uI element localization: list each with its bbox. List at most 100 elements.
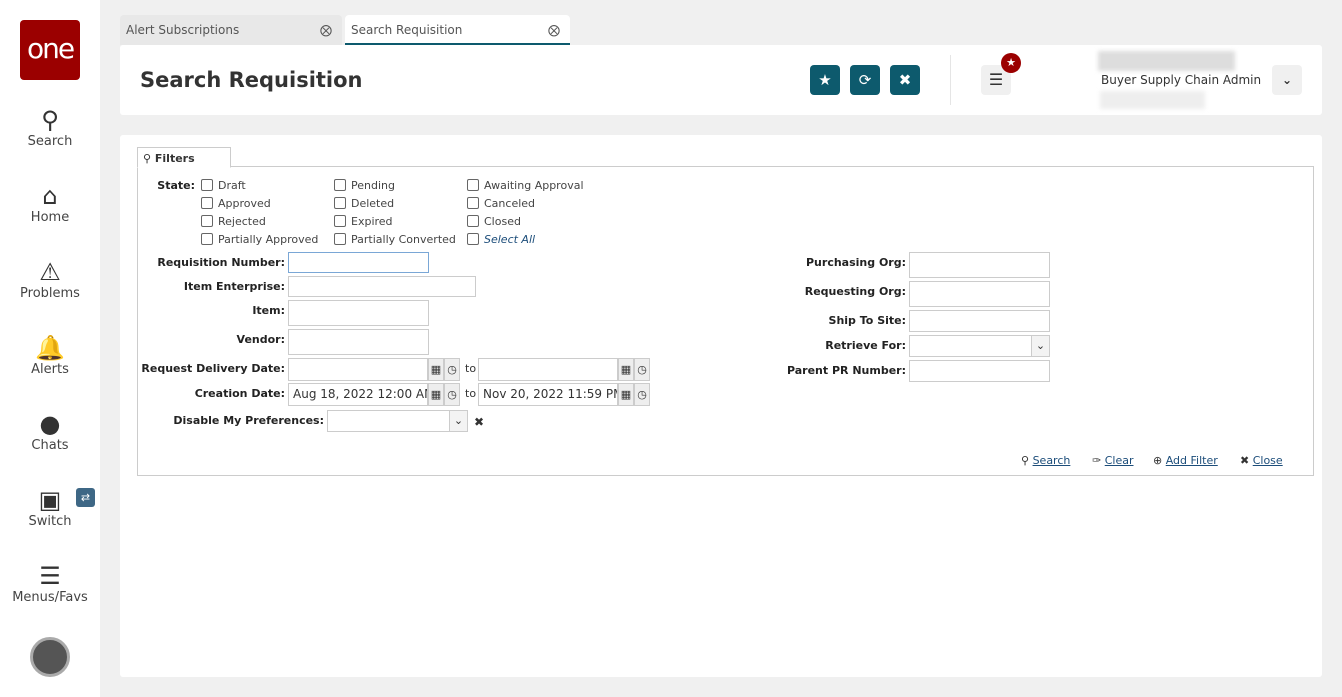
checkbox[interactable] bbox=[201, 197, 213, 209]
requesting-org-input[interactable] bbox=[909, 281, 1050, 307]
checkbox-label: Closed bbox=[484, 215, 521, 228]
sidebar-item-chats[interactable]: ● Chats bbox=[0, 410, 100, 453]
item-input[interactable] bbox=[288, 300, 429, 326]
request-delivery-to-input[interactable] bbox=[478, 358, 618, 381]
request-delivery-from-input[interactable] bbox=[288, 358, 428, 381]
parent-pr-number-input[interactable] bbox=[909, 360, 1050, 382]
close-action[interactable]: ✖ Close bbox=[1240, 454, 1283, 467]
clock-icon[interactable]: ◷ bbox=[634, 383, 650, 406]
state-checkbox-expired[interactable]: Expired bbox=[334, 215, 393, 228]
clock-icon[interactable]: ◷ bbox=[634, 358, 650, 381]
ship-to-site-input[interactable] bbox=[909, 310, 1050, 332]
creation-date-from-input[interactable]: Aug 18, 2022 12:00 AM bbox=[288, 383, 428, 406]
sidebar-item-search[interactable]: ⚲ Search bbox=[0, 106, 100, 149]
checkbox-label: Select All bbox=[484, 233, 536, 246]
divider bbox=[950, 55, 951, 105]
calendar-icon[interactable]: ▦ bbox=[618, 383, 634, 406]
to-label: to bbox=[465, 362, 477, 375]
sidebar-item-problems[interactable]: ⚠ Problems bbox=[0, 258, 100, 301]
requisition-number-label: Requisition Number: bbox=[157, 256, 285, 269]
checkbox-label: Deleted bbox=[351, 197, 395, 210]
clear-link[interactable]: Clear bbox=[1105, 454, 1134, 467]
close-link[interactable]: Close bbox=[1253, 454, 1283, 467]
checkbox[interactable] bbox=[334, 197, 346, 209]
creation-date-to-input[interactable]: Nov 20, 2022 11:59 PM bbox=[478, 383, 618, 406]
state-checkbox-closed[interactable]: Closed bbox=[467, 215, 521, 228]
checkbox[interactable] bbox=[334, 179, 346, 191]
close-tab-icon[interactable]: ⨂ bbox=[548, 23, 560, 37]
to-label: to bbox=[465, 387, 477, 400]
sidebar-item-alerts[interactable]: 🔔 Alerts bbox=[0, 334, 100, 377]
chevron-down-icon[interactable]: ⌄ bbox=[449, 411, 467, 431]
parent-pr-number-label: Parent PR Number: bbox=[786, 364, 906, 377]
requesting-org-label: Requesting Org: bbox=[804, 285, 906, 298]
close-icon: ✖ bbox=[1240, 454, 1253, 467]
clear-x-icon[interactable]: ✖ bbox=[474, 415, 484, 429]
calendar-icon[interactable]: ▦ bbox=[428, 358, 444, 381]
close-button[interactable]: ✖ bbox=[890, 65, 920, 95]
clock-icon[interactable]: ◷ bbox=[444, 383, 460, 406]
retrieve-for-select[interactable] bbox=[909, 335, 1050, 357]
chevron-down-icon[interactable]: ⌄ bbox=[1031, 336, 1049, 356]
item-enterprise-input[interactable] bbox=[288, 276, 476, 297]
state-checkbox-draft[interactable]: Draft bbox=[201, 179, 246, 192]
search-action[interactable]: ⚲ Search bbox=[1021, 454, 1070, 467]
blurred-user-info bbox=[1100, 91, 1205, 109]
switch-badge-icon: ⇄ bbox=[76, 488, 95, 507]
broom-icon: ✑ bbox=[1092, 454, 1105, 467]
state-checkbox-canceled[interactable]: Canceled bbox=[467, 197, 535, 210]
tab-search-requisition[interactable]: Search Requisition ⨂ bbox=[345, 15, 570, 45]
checkbox[interactable] bbox=[467, 233, 479, 245]
filters-tab-label: Filters bbox=[154, 152, 195, 165]
disable-preferences-select[interactable] bbox=[327, 410, 468, 432]
sidebar-label: Chats bbox=[31, 438, 69, 453]
clock-icon[interactable]: ◷ bbox=[444, 358, 460, 381]
state-checkbox-awaiting-approval[interactable]: Awaiting Approval bbox=[467, 179, 584, 192]
state-checkbox-pending[interactable]: Pending bbox=[334, 179, 395, 192]
sidebar-label: Menus/Favs bbox=[12, 590, 88, 605]
one-logo[interactable]: one bbox=[20, 20, 80, 80]
checkbox[interactable] bbox=[467, 215, 479, 227]
filters-tab[interactable]: ⚲ Filters bbox=[137, 147, 231, 168]
checkbox[interactable] bbox=[201, 233, 213, 245]
close-tab-icon[interactable]: ⨂ bbox=[320, 23, 332, 37]
purchasing-org-input[interactable] bbox=[909, 252, 1050, 278]
state-checkbox-rejected[interactable]: Rejected bbox=[201, 215, 266, 228]
user-menu-chevron-icon[interactable]: ⌄ bbox=[1272, 65, 1302, 95]
add-filter-link[interactable]: Add Filter bbox=[1166, 454, 1218, 467]
page-title: Search Requisition bbox=[140, 68, 363, 92]
tab-alert-subscriptions[interactable]: Alert Subscriptions ⨂ bbox=[120, 15, 342, 45]
checkbox[interactable] bbox=[334, 215, 346, 227]
state-checkbox-approved[interactable]: Approved bbox=[201, 197, 271, 210]
calendar-icon[interactable]: ▦ bbox=[618, 358, 634, 381]
state-checkbox-partially-approved[interactable]: Partially Approved bbox=[201, 233, 318, 246]
clear-action[interactable]: ✑ Clear bbox=[1092, 454, 1134, 467]
vendor-label: Vendor: bbox=[236, 333, 285, 346]
avatar[interactable] bbox=[30, 637, 70, 677]
state-checkbox-deleted[interactable]: Deleted bbox=[334, 197, 394, 210]
request-delivery-date-label: Request Delivery Date: bbox=[141, 362, 285, 375]
star-badge-icon: ★ bbox=[1001, 53, 1021, 73]
state-checkbox-partially-converted[interactable]: Partially Converted bbox=[334, 233, 456, 246]
sidebar-label: Problems bbox=[20, 286, 80, 301]
checkbox[interactable] bbox=[467, 197, 479, 209]
favorite-button[interactable]: ★ bbox=[810, 65, 840, 95]
add-filter-action[interactable]: ⊕ Add Filter bbox=[1153, 454, 1218, 467]
sidebar-label: Switch bbox=[28, 514, 72, 529]
checkbox[interactable] bbox=[201, 215, 213, 227]
requisition-number-input[interactable] bbox=[288, 252, 429, 273]
sidebar-label: Alerts bbox=[31, 362, 69, 377]
checkbox[interactable] bbox=[334, 233, 346, 245]
sidebar-item-menus-favs[interactable]: ☰ Menus/Favs bbox=[0, 562, 100, 605]
checkbox-label: Awaiting Approval bbox=[484, 179, 584, 192]
state-checkbox-select-all[interactable]: Select All bbox=[467, 233, 535, 246]
checkbox[interactable] bbox=[201, 179, 213, 191]
search-icon: ⚲ bbox=[143, 152, 155, 165]
purchasing-org-label: Purchasing Org: bbox=[806, 256, 906, 269]
tab-label: Search Requisition bbox=[351, 23, 463, 37]
search-link[interactable]: Search bbox=[1033, 454, 1071, 467]
calendar-icon[interactable]: ▦ bbox=[428, 383, 444, 406]
checkbox[interactable] bbox=[467, 179, 479, 191]
refresh-button[interactable]: ⟳ bbox=[850, 65, 880, 95]
vendor-input[interactable] bbox=[288, 329, 429, 355]
